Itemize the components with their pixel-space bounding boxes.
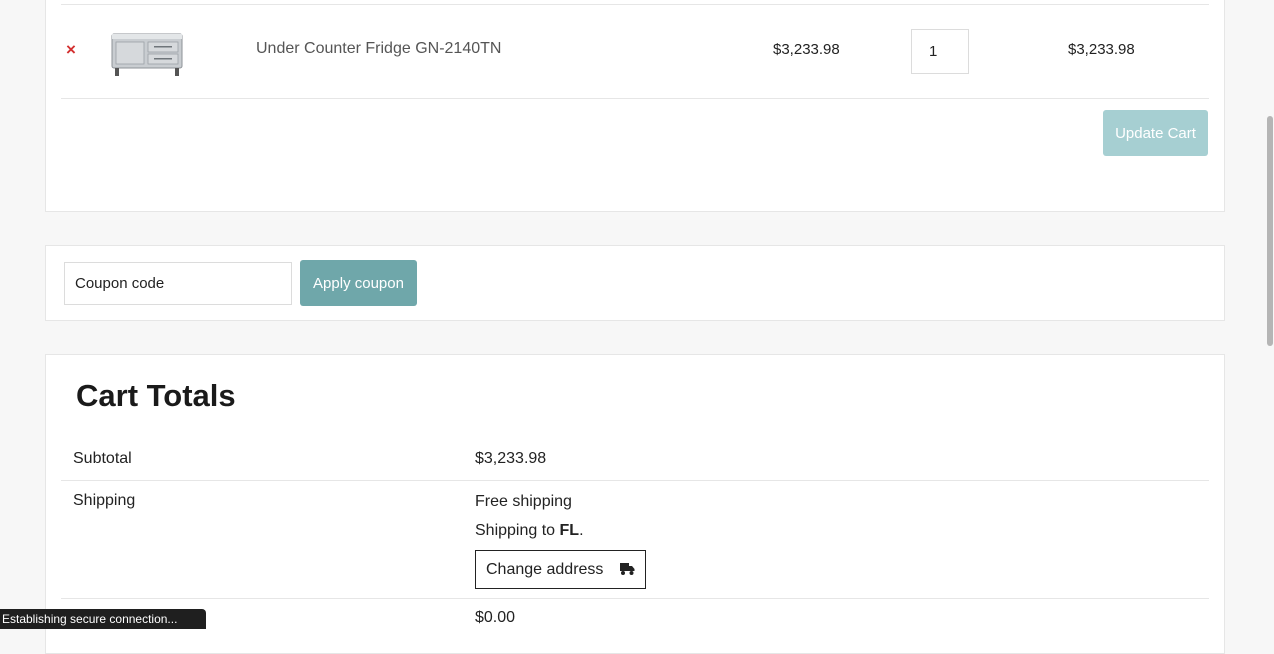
product-price: $3,233.98	[773, 41, 840, 58]
cart-table	[45, 0, 1225, 212]
row-divider	[61, 98, 1209, 99]
subtotal-label: Subtotal	[73, 450, 132, 467]
scrollbar-thumb[interactable]	[1267, 116, 1273, 346]
line-subtotal: $3,233.98	[1068, 41, 1135, 58]
shipping-to-prefix: Shipping to	[475, 522, 560, 539]
remove-item-icon[interactable]: ×	[66, 40, 82, 60]
product-thumbnail[interactable]	[110, 30, 184, 78]
next-total-value: $0.00	[475, 609, 516, 626]
product-name-link[interactable]: Under Counter Fridge GN-2140TN	[256, 40, 501, 58]
shipping-destination: Shipping to FL.	[475, 522, 584, 540]
apply-coupon-button[interactable]: Apply coupon	[300, 260, 417, 306]
update-cart-button[interactable]: Update Cart	[1103, 110, 1208, 156]
shipping-to-suffix: .	[579, 522, 584, 539]
subtotal-value: $3,233.98	[475, 450, 547, 467]
truck-icon	[620, 563, 635, 575]
shipping-label: Shipping	[73, 492, 136, 509]
row-divider	[61, 598, 1209, 599]
change-address-button[interactable]: Change address	[475, 550, 646, 589]
browser-status-bar: Establishing secure connection...	[0, 609, 206, 629]
change-address-label: Change address	[486, 560, 604, 578]
shipping-method: Free shipping	[475, 493, 572, 510]
quantity-input[interactable]	[911, 29, 969, 74]
shipping-state: FL	[559, 522, 580, 539]
cart-totals-heading: Cart Totals	[76, 378, 236, 413]
coupon-code-input[interactable]	[64, 262, 292, 305]
row-divider	[61, 480, 1209, 481]
row-divider	[61, 4, 1209, 5]
